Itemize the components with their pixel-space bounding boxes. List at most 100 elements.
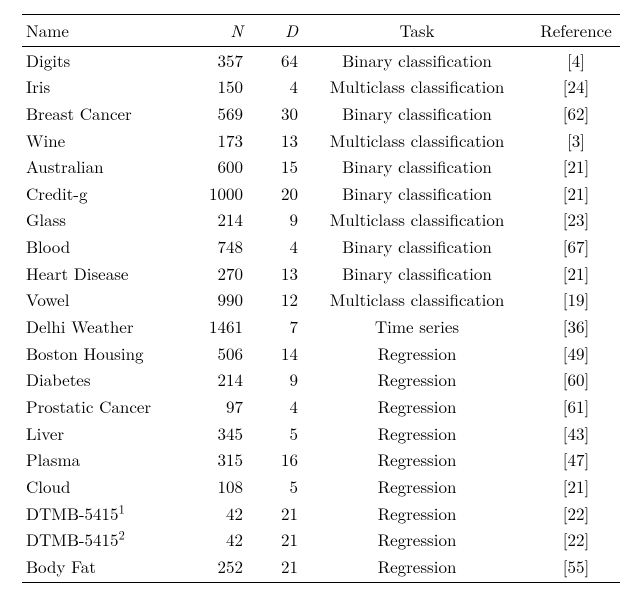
table-row: Diabetes2149Regression[60] xyxy=(22,366,620,393)
table-row: Boston Housing50614Regression[49] xyxy=(22,340,620,367)
cell-task: Regression xyxy=(302,446,532,473)
table-row: Prostatic Cancer974Regression[61] xyxy=(22,393,620,420)
cell-ref: [21] xyxy=(532,180,620,207)
cell-name: Blood xyxy=(22,233,177,260)
cell-task: Regression xyxy=(302,500,532,527)
cell-name: Breast Cancer xyxy=(22,100,177,127)
cell-n: 1461 xyxy=(177,313,247,340)
table-row: Australian60015Binary classification[21] xyxy=(22,153,620,180)
cell-name: Digits xyxy=(22,46,177,73)
cell-task: Binary classification xyxy=(302,180,532,207)
cell-n: 506 xyxy=(177,340,247,367)
table-row: Plasma31516Regression[47] xyxy=(22,446,620,473)
cell-ref: [19] xyxy=(532,286,620,313)
cell-ref: [67] xyxy=(532,233,620,260)
cell-task: Multiclass classification xyxy=(302,127,532,154)
cell-ref: [24] xyxy=(532,73,620,100)
cell-n: 990 xyxy=(177,286,247,313)
cell-d: 21 xyxy=(247,500,302,527)
cell-n: 1000 xyxy=(177,180,247,207)
datasets-table: Name N D Task Reference Digits35764Binar… xyxy=(22,14,620,583)
cell-d: 13 xyxy=(247,127,302,154)
name-superscript: 2 xyxy=(119,526,125,544)
cell-name: Prostatic Cancer xyxy=(22,393,177,420)
cell-name: Credit-g xyxy=(22,180,177,207)
table-container: Name N D Task Reference Digits35764Binar… xyxy=(0,0,640,601)
cell-ref: [21] xyxy=(532,473,620,500)
cell-name: Boston Housing xyxy=(22,340,177,367)
cell-n: 252 xyxy=(177,553,247,583)
cell-task: Regression xyxy=(302,366,532,393)
table-row: Wine17313Multiclass classification[3] xyxy=(22,127,620,154)
cell-name: Liver xyxy=(22,420,177,447)
col-header-task: Task xyxy=(302,15,532,47)
cell-d: 4 xyxy=(247,233,302,260)
cell-task: Binary classification xyxy=(302,46,532,73)
table-row: Liver3455Regression[43] xyxy=(22,420,620,447)
cell-task: Binary classification xyxy=(302,153,532,180)
cell-name: Glass xyxy=(22,206,177,233)
cell-name: Plasma xyxy=(22,446,177,473)
table-row: Heart Disease27013Binary classification[… xyxy=(22,260,620,287)
cell-n: 173 xyxy=(177,127,247,154)
cell-n: 270 xyxy=(177,260,247,287)
cell-task: Regression xyxy=(302,393,532,420)
cell-task: Multiclass classification xyxy=(302,73,532,100)
cell-n: 600 xyxy=(177,153,247,180)
cell-n: 150 xyxy=(177,73,247,100)
cell-d: 9 xyxy=(247,206,302,233)
cell-task: Multiclass classification xyxy=(302,206,532,233)
cell-d: 13 xyxy=(247,260,302,287)
cell-name: Iris xyxy=(22,73,177,100)
cell-d: 4 xyxy=(247,393,302,420)
cell-d: 30 xyxy=(247,100,302,127)
table-row: Body Fat25221Regression[55] xyxy=(22,553,620,583)
table-row: Delhi Weather14617Time series[36] xyxy=(22,313,620,340)
col-header-n: N xyxy=(177,15,247,47)
cell-ref: [23] xyxy=(532,206,620,233)
table-row: Credit-g100020Binary classification[21] xyxy=(22,180,620,207)
cell-ref: [49] xyxy=(532,340,620,367)
cell-task: Regression xyxy=(302,340,532,367)
cell-d: 12 xyxy=(247,286,302,313)
cell-task: Regression xyxy=(302,473,532,500)
cell-d: 14 xyxy=(247,340,302,367)
table-row: Digits35764Binary classification[4] xyxy=(22,46,620,73)
cell-task: Regression xyxy=(302,420,532,447)
cell-task: Binary classification xyxy=(302,233,532,260)
cell-ref: [55] xyxy=(532,553,620,583)
cell-ref: [36] xyxy=(532,313,620,340)
cell-d: 15 xyxy=(247,153,302,180)
cell-n: 345 xyxy=(177,420,247,447)
cell-d: 9 xyxy=(247,366,302,393)
cell-task: Binary classification xyxy=(302,100,532,127)
cell-name: Wine xyxy=(22,127,177,154)
cell-n: 214 xyxy=(177,366,247,393)
cell-n: 569 xyxy=(177,100,247,127)
cell-ref: [60] xyxy=(532,366,620,393)
cell-task: Binary classification xyxy=(302,260,532,287)
table-row: Breast Cancer56930Binary classification[… xyxy=(22,100,620,127)
table-row: DTMB-541514221Regression[22] xyxy=(22,500,620,527)
cell-name: Vowel xyxy=(22,286,177,313)
cell-ref: [21] xyxy=(532,153,620,180)
cell-name: Australian xyxy=(22,153,177,180)
cell-d: 20 xyxy=(247,180,302,207)
cell-task: Regression xyxy=(302,553,532,583)
cell-n: 42 xyxy=(177,500,247,527)
name-superscript: 1 xyxy=(119,499,125,517)
cell-n: 214 xyxy=(177,206,247,233)
cell-name: Delhi Weather xyxy=(22,313,177,340)
cell-ref: [3] xyxy=(532,127,620,154)
cell-d: 5 xyxy=(247,420,302,447)
cell-ref: [47] xyxy=(532,446,620,473)
cell-d: 7 xyxy=(247,313,302,340)
cell-d: 5 xyxy=(247,473,302,500)
cell-n: 748 xyxy=(177,233,247,260)
table-row: Vowel99012Multiclass classification[19] xyxy=(22,286,620,313)
cell-d: 64 xyxy=(247,46,302,73)
cell-name: Cloud xyxy=(22,473,177,500)
cell-d: 4 xyxy=(247,73,302,100)
cell-task: Time series xyxy=(302,313,532,340)
cell-n: 97 xyxy=(177,393,247,420)
